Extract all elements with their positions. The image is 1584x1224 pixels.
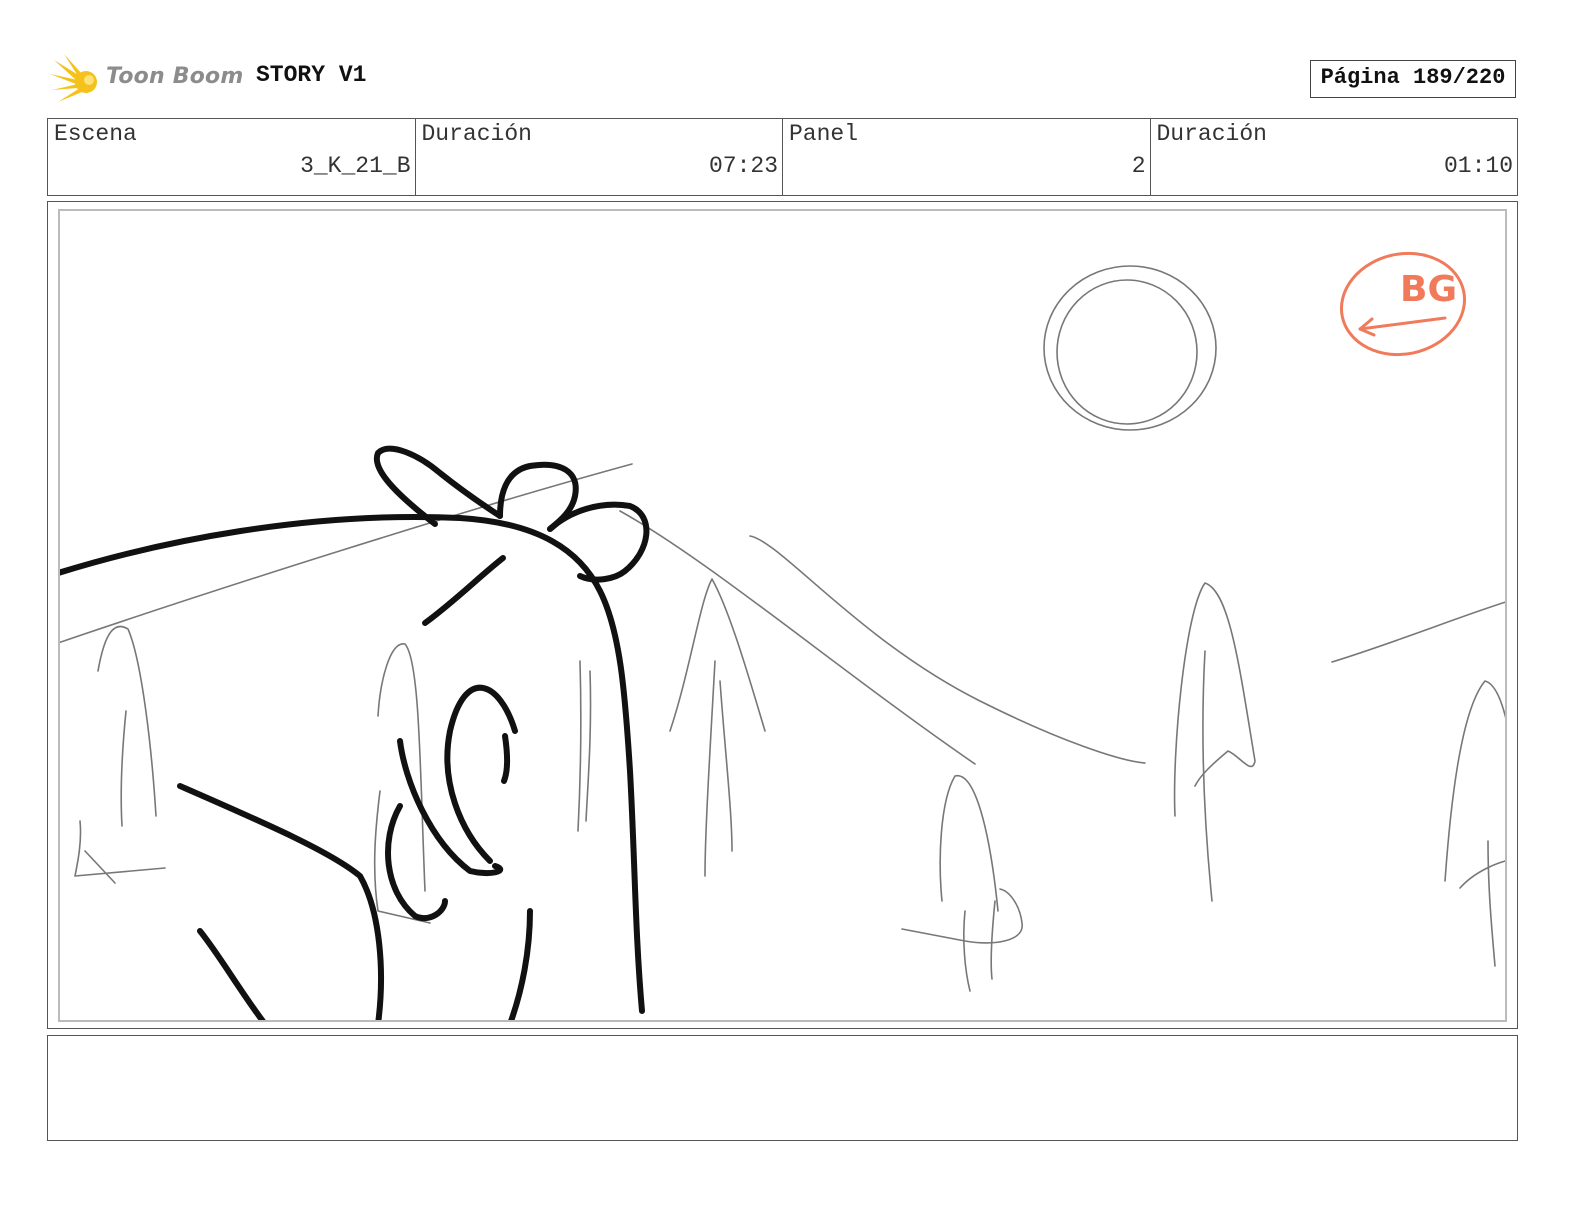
toon-boom-logo: Toon Boom (50, 52, 244, 108)
scene-value: 3_K_21_B (300, 153, 411, 179)
character-sketch (60, 445, 650, 1020)
panel-duration-cell: Duración 01:10 (1151, 119, 1518, 195)
tree (669, 578, 766, 732)
tree (1173, 582, 1256, 817)
tree (97, 625, 157, 817)
hill-line-left (60, 463, 633, 644)
logo-text: Toon Boom (106, 64, 244, 89)
brow (422, 555, 506, 626)
panel-notes[interactable] (47, 1035, 1518, 1141)
tree (1444, 680, 1505, 882)
ear (547, 501, 650, 583)
sun-inner (1056, 279, 1198, 425)
hill-line-back (749, 535, 1146, 764)
panel-duration-value: 01:10 (1443, 153, 1513, 179)
pupil (501, 733, 511, 784)
info-row: Escena 3_K_21_B Duración 07:23 Panel 2 D… (47, 118, 1518, 196)
panel-label: Panel (789, 121, 859, 147)
character-body (60, 513, 645, 1014)
page-number: Página 189/220 (1310, 60, 1516, 98)
annotation-text: BG (1400, 269, 1457, 310)
mouth (385, 803, 448, 922)
logo-star-icon (50, 54, 97, 102)
scene-label: Escena (54, 121, 137, 147)
panel-duration-label: Duración (1156, 121, 1267, 147)
panel-value: 2 (1131, 153, 1146, 179)
scene-duration-cell: Duración 07:23 (416, 119, 783, 195)
scene-cell: Escena 3_K_21_B (48, 119, 416, 195)
panel-cell: Panel 2 (783, 119, 1151, 195)
scene-duration-value: 07:23 (708, 153, 778, 179)
hair-tuft (373, 445, 503, 527)
storyboard-panel: BG (58, 209, 1507, 1022)
project-title: STORY V1 (256, 62, 367, 88)
scene-duration-label: Duración (421, 121, 532, 147)
hill-line-right (1331, 601, 1505, 663)
sun (1043, 265, 1217, 431)
arm (177, 783, 384, 1020)
tree (939, 775, 999, 912)
hill-line-mid (619, 510, 976, 765)
background-sketch (60, 265, 1505, 992)
panel-sketch: BG (60, 251, 1505, 1020)
